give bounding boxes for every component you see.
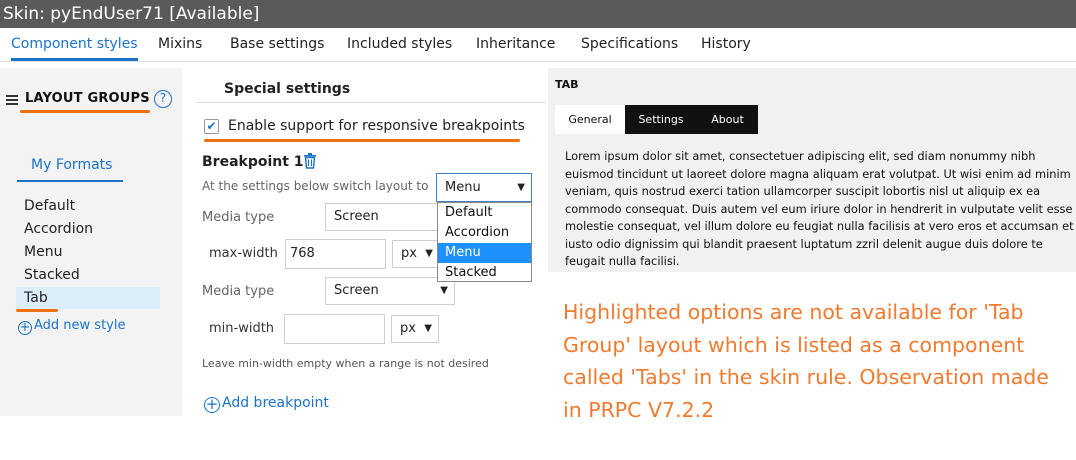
sidebar-item-tab[interactable]: Tab [16, 287, 160, 309]
sidebar-item-menu[interactable]: Menu [16, 241, 160, 263]
tab-included-styles[interactable]: Included styles [347, 28, 452, 61]
min-width-unit-value: px [400, 321, 416, 336]
chevron-down-icon: ▼ [424, 323, 432, 334]
min-width-label: min-width [209, 321, 275, 336]
max-width-input[interactable]: 768 [285, 239, 386, 269]
annotation-note: Highlighted options are not available fo… [563, 300, 1049, 422]
switch-layout-label: At the settings below switch layout to [202, 179, 429, 193]
preview-tab-general[interactable]: General [555, 105, 625, 134]
preview-tab-strip: General Settings About [555, 105, 758, 134]
tab-specifications[interactable]: Specifications [581, 28, 678, 61]
min-width-hint: Leave min-width empty when a range is no… [202, 357, 489, 370]
media-type-label-2: Media type [202, 284, 275, 299]
switch-layout-options: Default Accordion Menu Stacked [437, 202, 532, 282]
option-stacked[interactable]: Stacked [438, 263, 531, 283]
my-formats-label: My Formats [31, 157, 113, 173]
preview-tab-settings[interactable]: Settings [625, 105, 697, 134]
tab-mixins[interactable]: Mixins [158, 28, 202, 61]
media-type-select[interactable]: Screen [325, 203, 455, 231]
add-icon: + [204, 395, 220, 413]
window-title: Skin: pyEndUser71 [Available] [0, 0, 1076, 28]
media-type-select-2[interactable]: Screen ▼ [325, 277, 455, 305]
add-breakpoint-label: Add breakpoint [222, 395, 329, 411]
tab-inheritance[interactable]: Inheritance [476, 28, 555, 61]
sidebar-item-accordion[interactable]: Accordion [16, 218, 160, 240]
trash-icon[interactable] [303, 153, 317, 169]
tab-base-settings[interactable]: Base settings [230, 28, 324, 61]
special-settings-header: Special settings [196, 73, 546, 103]
add-new-style-label: Add new style [34, 318, 126, 333]
media-type-label: Media type [202, 210, 275, 225]
min-width-unit-select[interactable]: px ▼ [391, 315, 439, 343]
max-width-unit-select[interactable]: px ▼ [392, 240, 440, 268]
switch-layout-value: Menu [445, 180, 481, 195]
add-icon: + [18, 320, 32, 335]
switch-layout-select[interactable]: Menu ▼ [436, 173, 532, 202]
responsive-checkbox[interactable]: ✔ [204, 119, 219, 134]
highlight-underline [204, 139, 520, 142]
sidebar: LAYOUT GROUPS ? My Formats Default Accor… [0, 68, 182, 416]
breakpoint-title: Breakpoint 1 [202, 154, 304, 170]
add-breakpoint-link[interactable]: + Add breakpoint [204, 395, 329, 413]
preview-title: TAB [555, 78, 579, 91]
preview-tab-about[interactable]: About [697, 105, 758, 134]
top-tabs: Component styles Mixins Base settings In… [0, 28, 1076, 62]
preview-panel: TAB General Settings About Lorem ipsum d… [548, 68, 1076, 272]
preview-body-text: Lorem ipsum dolor sit amet, consectetuer… [565, 149, 1074, 268]
media-type-value: Screen [334, 209, 379, 224]
help-icon[interactable]: ? [154, 90, 172, 108]
sidebar-item-default[interactable]: Default [16, 195, 160, 217]
add-new-style-link[interactable]: + Add new style [18, 318, 125, 335]
chevron-down-icon: ▼ [425, 248, 433, 259]
chevron-down-icon: ▼ [517, 182, 525, 193]
tab-my-formats[interactable]: My Formats [17, 152, 123, 182]
max-width-label: max-width [209, 246, 278, 261]
min-width-input[interactable] [284, 314, 385, 344]
responsive-checkbox-label: Enable support for responsive breakpoint… [228, 118, 525, 134]
section-title: Special settings [224, 81, 351, 97]
tab-history[interactable]: History [701, 28, 751, 61]
option-menu[interactable]: Menu [438, 243, 531, 263]
menu-icon[interactable] [6, 95, 18, 105]
media-type-value-2: Screen [334, 283, 379, 298]
highlight-underline [16, 309, 58, 312]
option-accordion[interactable]: Accordion [438, 223, 531, 243]
sidebar-item-stacked[interactable]: Stacked [16, 264, 160, 286]
layout-groups-title: LAYOUT GROUPS [25, 91, 150, 106]
max-width-unit-value: px [401, 246, 417, 261]
tab-component-styles[interactable]: Component styles [11, 28, 138, 61]
highlight-underline [20, 110, 150, 113]
option-default[interactable]: Default [438, 203, 531, 223]
